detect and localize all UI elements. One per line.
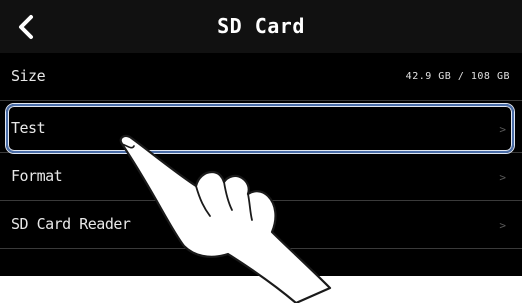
page-title: SD Card	[217, 14, 305, 38]
size-value: 42.9 GB / 108 GB	[405, 71, 510, 82]
menu-item-label: Format	[11, 167, 63, 185]
pointing-hand-icon	[119, 134, 332, 303]
menu-item-size: Size 42.9 GB / 108 GB	[0, 53, 522, 101]
header-bar: SD Card	[0, 0, 522, 53]
chevron-right-icon: >	[499, 219, 506, 232]
menu-item-label: Size	[11, 67, 46, 85]
chevron-right-icon: >	[499, 171, 506, 184]
